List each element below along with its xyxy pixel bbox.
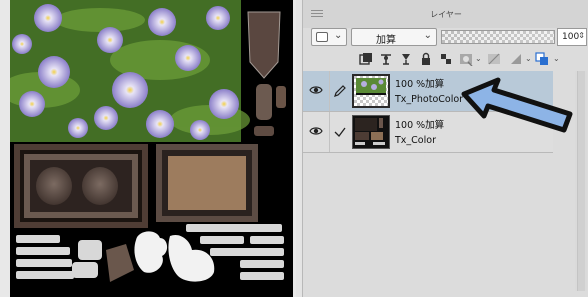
pointer-arrow-icon — [461, 77, 573, 133]
clip-to-layer-below-icon[interactable] — [379, 52, 393, 66]
edit-target-toggle[interactable] — [329, 112, 349, 152]
eye-icon — [309, 86, 323, 94]
opacity-value: 100 — [562, 32, 580, 42]
lock-icon[interactable] — [419, 52, 433, 66]
stone-frame-left — [14, 144, 148, 228]
layer-toolbar: ⌄ ⌄ ⌄ — [303, 50, 588, 70]
mask-disabled-icon[interactable] — [487, 52, 501, 66]
texture-atlas-image — [10, 0, 286, 282]
chevron-down-icon: ⌄ — [423, 30, 432, 41]
new-raster-layer-icon[interactable] — [359, 52, 373, 66]
pencil-icon — [334, 85, 346, 97]
ruler-icon[interactable] — [399, 52, 413, 66]
chevron-down-icon[interactable]: ⌄ — [553, 54, 560, 63]
visibility-toggle[interactable] — [303, 71, 329, 111]
chevron-down-icon[interactable]: ⌄ — [525, 54, 532, 63]
checkmark-icon — [334, 127, 346, 137]
chevron-down-icon: ⌄ — [334, 30, 343, 41]
layer-thumbnail — [352, 74, 390, 108]
spin-arrows-icon: ⇕ — [578, 31, 585, 40]
layer-blend-label: 100 %加算 — [395, 120, 445, 131]
chevron-down-icon[interactable]: ⌄ — [475, 54, 482, 63]
layer-name[interactable]: Tx_Color — [395, 135, 436, 146]
panel-title: レイヤー — [430, 10, 462, 19]
blend-mode-select[interactable]: 加算 ⌄ — [351, 28, 437, 46]
layer-name[interactable]: Tx_PhotoColor — [395, 94, 463, 105]
layer-thumbnail — [352, 115, 390, 149]
blend-mode-value: 加算 — [376, 35, 396, 46]
blend-controls: ⌄ 加算 ⌄ 100 ⇕ — [303, 28, 588, 50]
stone-pieces-column — [247, 11, 286, 136]
mask-icon[interactable] — [459, 52, 473, 66]
layer-color-button[interactable]: ⌄ — [311, 28, 347, 46]
texture-canvas[interactable] — [10, 0, 293, 297]
sandy-panel — [156, 144, 258, 222]
layer-blend-label: 100 %加算 — [395, 79, 445, 90]
eye-icon — [309, 127, 323, 135]
reference-layer-icon[interactable] — [509, 52, 523, 66]
edit-target-toggle[interactable] — [329, 71, 349, 111]
color-square-icon — [316, 32, 328, 42]
layer-color-icon[interactable] — [535, 52, 549, 66]
texture-canvas-area[interactable] — [0, 0, 296, 297]
opacity-slider[interactable] — [441, 30, 555, 44]
lock-transparent-pixels-icon[interactable] — [439, 52, 453, 66]
flower-photo-region — [10, 0, 250, 142]
layer-panel: レイヤー ⌄ 加算 ⌄ 100 ⇕ ⌄ ⌄ ⌄ 100 %加算 Tx_Photo… — [302, 0, 588, 297]
opacity-input[interactable]: 100 ⇕ — [557, 28, 587, 46]
visibility-toggle[interactable] — [303, 112, 329, 152]
stone-chip — [106, 244, 134, 282]
panel-title-bar: レイヤー — [303, 0, 588, 28]
